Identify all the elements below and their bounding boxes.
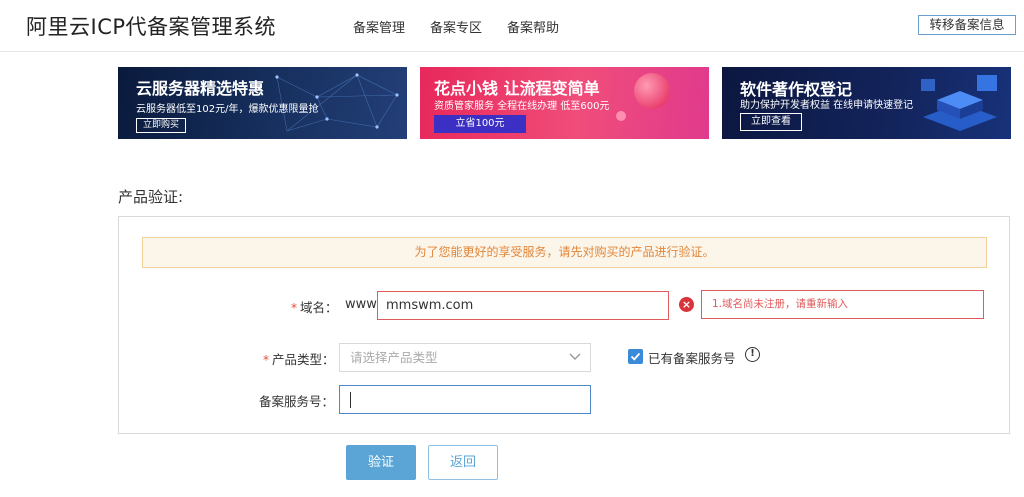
domain-prefix: www.: [345, 297, 380, 312]
save-100-button[interactable]: 立省100元: [434, 115, 526, 133]
product-verification-panel: 为了您能更好的享受服务，请先对购买的产品进行验证。 * 域名： www. mmsw…: [118, 216, 1010, 434]
view-now-button[interactable]: 立即查看: [740, 113, 802, 131]
banner-subtitle: 资质管家服务 全程在线办理 低至600元: [434, 101, 610, 112]
buy-now-button[interactable]: 立即购买: [136, 118, 187, 133]
banner-subtitle: 助力保护开发者权益 在线申请快速登记: [740, 100, 914, 111]
product-type-label: * 产品类型：: [263, 352, 335, 367]
isometric-server-graphic: [921, 75, 997, 131]
required-mark: *: [291, 301, 297, 315]
product-type-placeholder: 请选择产品类型: [350, 350, 438, 365]
nav-filing-zone[interactable]: 备案专区: [430, 17, 482, 36]
decorative-sphere-small: [616, 111, 626, 121]
error-x-icon: ×: [679, 297, 694, 312]
nav-filing-help[interactable]: 备案帮助: [507, 17, 559, 36]
text-caret: [350, 392, 351, 408]
chevron-down-icon: [569, 353, 581, 360]
required-mark: *: [263, 353, 269, 367]
service-number-label: 备案服务号：: [259, 394, 335, 409]
banner-subtitle: 云服务器低至102元/年，爆款优惠限量抢: [136, 104, 319, 115]
banner-title: 云服务器精选特惠: [136, 79, 265, 98]
domain-label: * 域名：: [291, 300, 338, 315]
info-icon[interactable]: !: [745, 347, 760, 362]
product-type-select[interactable]: 请选择产品类型: [339, 343, 591, 372]
domain-input[interactable]: mmswm.com: [377, 291, 669, 320]
banner-software-copyright[interactable]: 软件著作权登记 助力保护开发者权益 在线申请快速登记 立即查看: [722, 67, 1011, 139]
nav-filing-management[interactable]: 备案管理: [353, 17, 405, 36]
transfer-filing-button[interactable]: 转移备案信息: [918, 15, 1016, 35]
verify-button[interactable]: 验证: [346, 445, 416, 480]
banner-cloud-server[interactable]: 云服务器精选特惠 云服务器低至102元/年，爆款优惠限量抢 立即购买: [118, 67, 407, 139]
has-service-number-label[interactable]: 已有备案服务号: [648, 348, 736, 367]
checkmark-icon: [630, 352, 641, 361]
decorative-sphere: [634, 73, 670, 109]
has-service-number-checkbox[interactable]: [628, 349, 643, 364]
banner-qualification-service[interactable]: 花点小钱 让流程变简单 资质管家服务 全程在线办理 低至600元 立省100元: [420, 67, 709, 139]
top-header: 阿里云ICP代备案管理系统 备案管理 备案专区 备案帮助 转移备案信息: [0, 0, 1024, 52]
notice-banner: 为了您能更好的享受服务，请先对购买的产品进行验证。: [142, 237, 987, 268]
back-button[interactable]: 返回: [428, 445, 498, 480]
domain-error-message: 1.域名尚未注册，请重新输入: [701, 290, 984, 319]
banner-title: 花点小钱 让流程变简单: [434, 79, 600, 98]
service-number-input[interactable]: [339, 385, 591, 414]
app-title: 阿里云ICP代备案管理系统: [26, 15, 277, 39]
section-title: 产品验证:: [118, 188, 184, 206]
